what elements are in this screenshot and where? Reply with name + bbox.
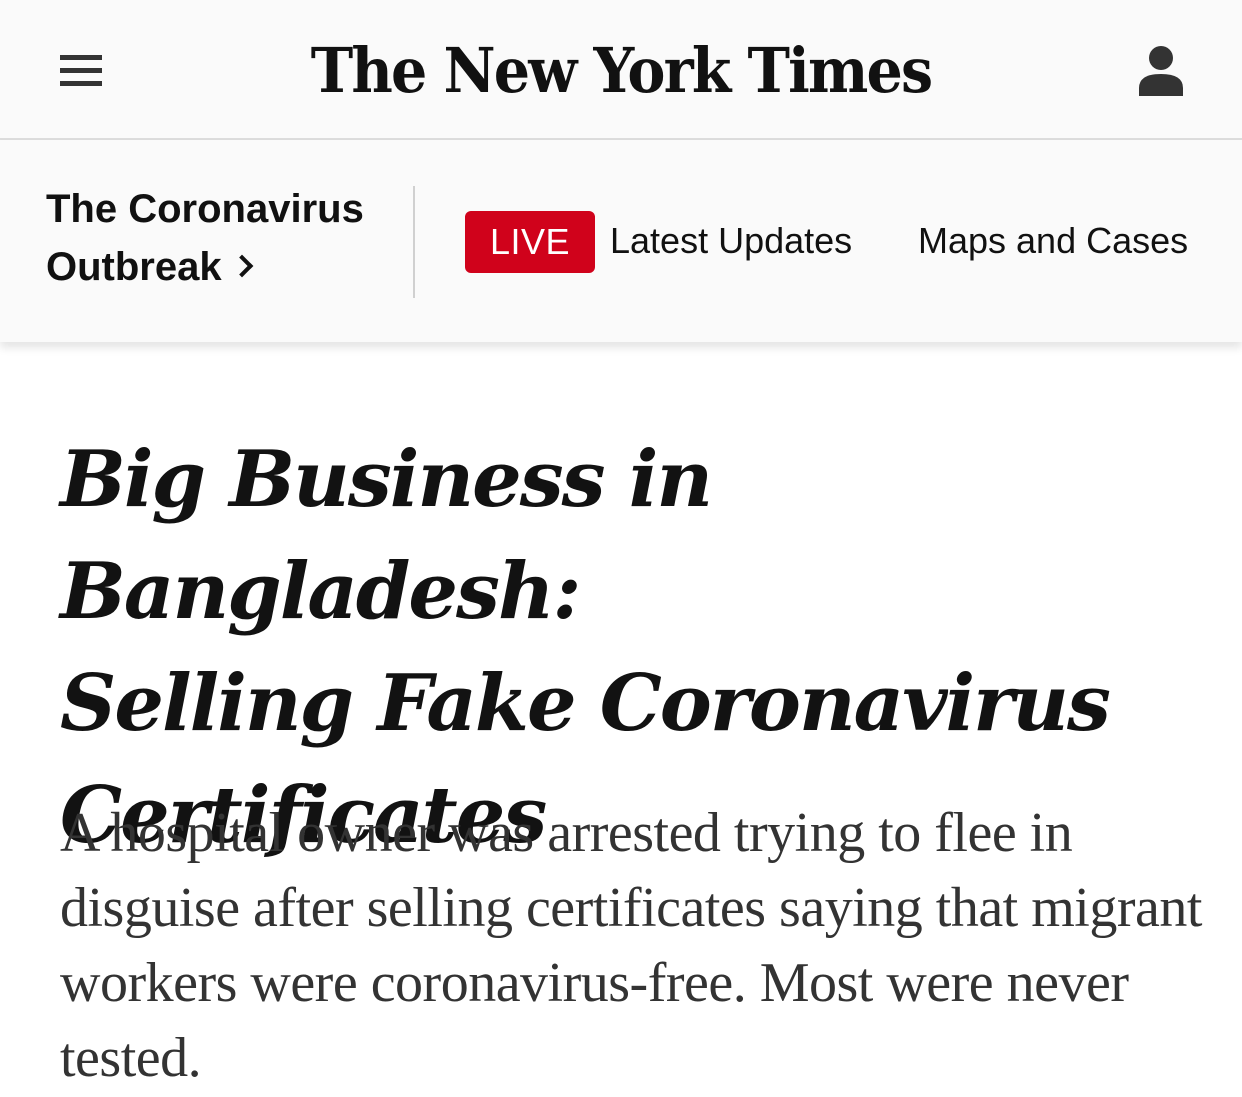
chevron-right-icon xyxy=(230,254,253,278)
nav-divider xyxy=(413,186,415,298)
latest-updates-link[interactable]: Latest Updates xyxy=(610,218,852,264)
nyt-logo[interactable]: The New York Times xyxy=(311,30,933,110)
headline-line-1: Big Business in Bangladesh: xyxy=(60,434,713,637)
section-link-coronavirus-outbreak[interactable]: The Coronavirus Outbreak xyxy=(46,180,406,296)
article-summary: A hospital owner was arrested trying to … xyxy=(60,802,1202,1089)
account-user-icon[interactable] xyxy=(1138,44,1184,96)
section-title-line2: Outbreak xyxy=(46,245,222,289)
section-title-line1: The Coronavirus xyxy=(46,187,364,231)
hamburger-menu-icon[interactable] xyxy=(60,55,102,87)
maps-and-cases-link[interactable]: Maps and Cases xyxy=(918,218,1188,264)
section-nav-bar: The Coronavirus Outbreak LIVE Latest Upd… xyxy=(0,140,1242,342)
masthead: The New York Times xyxy=(0,0,1242,140)
headline-line-2: Selling Fake Coronavirus xyxy=(60,658,1111,749)
live-badge[interactable]: LIVE xyxy=(465,211,595,273)
